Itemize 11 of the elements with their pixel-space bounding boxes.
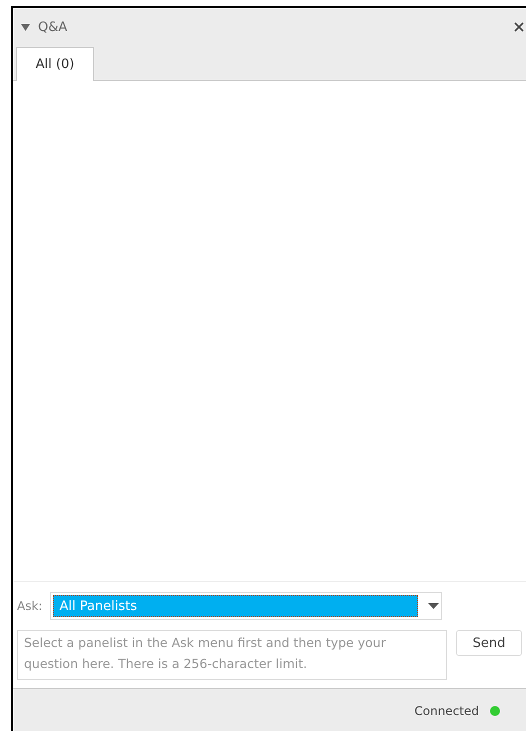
close-button[interactable] <box>514 22 524 32</box>
dropdown-arrow-icon <box>428 603 440 609</box>
panel-title: Q&A <box>38 20 68 34</box>
question-field[interactable]: Select a panelist in the Ask menu first and then type your question here. There is a 256-character limit. <box>17 630 447 680</box>
send-button[interactable]: Send <box>456 630 522 656</box>
tab[interactable]: All (0) <box>16 47 94 81</box>
ask-label: Ask: <box>17 599 42 613</box>
close-icon <box>514 22 524 32</box>
connection-status: Connected <box>414 704 479 718</box>
status-dot <box>490 706 500 716</box>
selected-option: All Panelists <box>53 595 418 617</box>
